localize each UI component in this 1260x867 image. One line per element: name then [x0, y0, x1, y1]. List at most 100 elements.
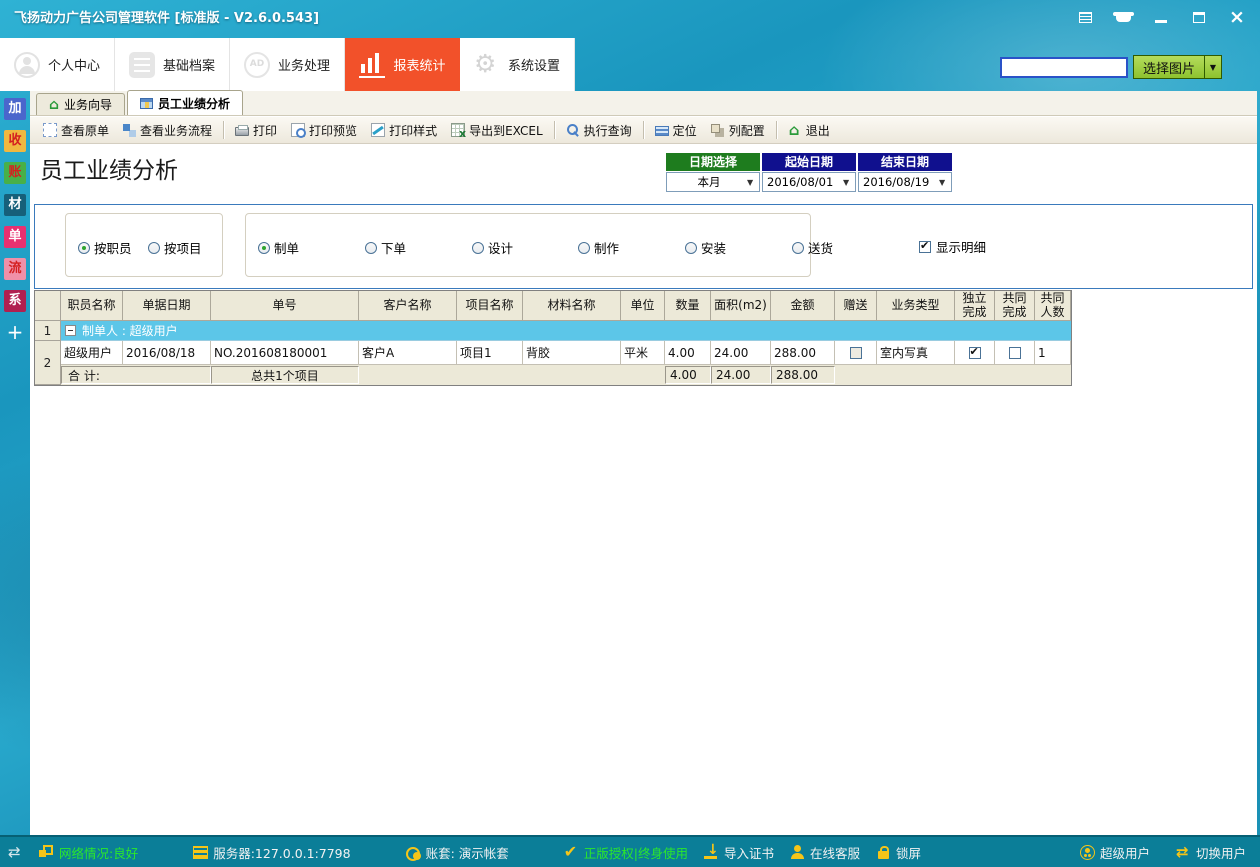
radio-by-project[interactable]: 按项目	[148, 238, 202, 257]
license-status[interactable]: 正版授权|终身使用	[564, 843, 688, 862]
print-style-button[interactable]: 打印样式	[364, 119, 444, 141]
col-header-joint[interactable]: 共同完成	[995, 291, 1035, 321]
radio-delivery[interactable]: 送货	[792, 238, 833, 257]
chevron-down-icon[interactable]: ▼	[843, 178, 855, 187]
chevron-down-icon[interactable]: ▼	[939, 178, 951, 187]
close-button[interactable]	[1224, 6, 1250, 28]
account-set-status[interactable]: 账套: 演示帐套	[406, 843, 509, 862]
col-header-unit[interactable]: 单位	[621, 291, 665, 321]
menu-icon	[1079, 12, 1092, 23]
col-header-customer[interactable]: 客户名称	[359, 291, 457, 321]
exit-button[interactable]: 退出	[781, 119, 837, 141]
col-header-joint-count[interactable]: 共同人数	[1035, 291, 1071, 321]
checkbox-icon[interactable]	[850, 347, 862, 359]
execute-query-button[interactable]: 执行查询	[559, 119, 639, 141]
tab-staff-performance-analysis[interactable]: 员工业绩分析	[127, 90, 243, 115]
start-date-dropdown[interactable]: 2016/08/01▼	[762, 172, 856, 192]
transfer-indicator[interactable]	[8, 845, 23, 860]
cell-project[interactable]: 项目1	[457, 341, 523, 365]
online-service-icon	[790, 845, 805, 860]
radio-place-order[interactable]: 下单	[365, 238, 406, 257]
cell-staff[interactable]: 超级用户	[61, 341, 123, 365]
pick-image-button[interactable]: 选择图片 ▼	[1133, 55, 1222, 79]
col-header-quantity[interactable]: 数量	[665, 291, 711, 321]
checkbox-icon[interactable]	[969, 347, 981, 359]
lock-screen-button[interactable]: 锁屏	[876, 843, 921, 862]
nav-item-basic-archives[interactable]: 基础档案	[115, 38, 230, 91]
nav-item-business-processing[interactable]: 业务处理	[230, 38, 345, 91]
radio-icon	[578, 242, 590, 254]
radio-label: 按项目	[164, 238, 202, 257]
current-user[interactable]: 超级用户	[1080, 843, 1150, 862]
cell-date[interactable]: 2016/08/18	[123, 341, 211, 365]
view-original-order-button[interactable]: 查看原单	[36, 119, 116, 141]
group-header-row[interactable]: 制单人 : 超级用户	[61, 321, 1071, 341]
radio-installation[interactable]: 安装	[685, 238, 726, 257]
sidebar-item-dan[interactable]: 单	[4, 226, 26, 248]
status-label: 服务器:127.0.0.1:7798	[213, 843, 350, 862]
nav-item-personal-center[interactable]: 个人中心	[0, 38, 115, 91]
column-config-button[interactable]: 列配置	[704, 119, 772, 141]
tab-business-wizard[interactable]: 业务向导	[36, 93, 125, 115]
print-preview-button[interactable]: 打印预览	[284, 119, 364, 141]
col-header-project[interactable]: 项目名称	[457, 291, 523, 321]
maximize-button[interactable]	[1186, 6, 1212, 28]
radio-production[interactable]: 制作	[578, 238, 619, 257]
cell-business-type[interactable]: 室内写真	[877, 341, 955, 365]
date-range-dropdown[interactable]: 本月▼	[666, 172, 760, 192]
image-path-input[interactable]	[1000, 57, 1128, 78]
online-service-button[interactable]: 在线客服	[790, 843, 860, 862]
collapse-icon[interactable]	[65, 325, 76, 336]
sidebar-item-jia[interactable]: 加	[4, 98, 26, 120]
col-header-amount[interactable]: 金额	[771, 291, 835, 321]
switch-user-button[interactable]: 切换用户	[1176, 843, 1246, 862]
sidebar-item-zhang[interactable]: 账	[4, 162, 26, 184]
nav-item-report-statistics[interactable]: 报表统计	[345, 38, 460, 91]
chevron-down-icon[interactable]: ▼	[1205, 55, 1222, 79]
col-header-material[interactable]: 材料名称	[523, 291, 621, 321]
cell-amount[interactable]: 288.00	[771, 341, 835, 365]
network-status[interactable]: 网络情况:良好	[39, 843, 138, 862]
sidebar-item-cai[interactable]: 材	[4, 194, 26, 216]
window-menu-button[interactable]	[1072, 6, 1098, 28]
server-status[interactable]: 服务器:127.0.0.1:7798	[193, 843, 350, 862]
col-header-business-type[interactable]: 业务类型	[877, 291, 955, 321]
nav-item-system-settings[interactable]: 系统设置	[460, 38, 575, 91]
skin-button[interactable]	[1110, 6, 1136, 28]
cell-area[interactable]: 24.00	[711, 341, 771, 365]
minimize-button[interactable]	[1148, 6, 1174, 28]
ad-icon	[244, 52, 270, 78]
sidebar-item-xi[interactable]: 系	[4, 290, 26, 312]
cell-material[interactable]: 背胶	[523, 341, 621, 365]
table-row[interactable]: 超级用户 2016/08/18 NO.201608180001 客户A 项目1 …	[61, 341, 1071, 365]
col-header-gift[interactable]: 赠送	[835, 291, 877, 321]
print-button[interactable]: 打印	[228, 119, 284, 141]
col-header-staff[interactable]: 职员名称	[61, 291, 123, 321]
import-certificate-button[interactable]: 导入证书	[704, 843, 774, 862]
pick-image-label[interactable]: 选择图片	[1133, 55, 1205, 79]
col-header-date[interactable]: 单据日期	[123, 291, 211, 321]
col-header-independent[interactable]: 独立完成	[955, 291, 995, 321]
radio-by-staff[interactable]: 按职员	[78, 238, 132, 257]
locate-button[interactable]: 定位	[648, 119, 704, 141]
sidebar-add-button[interactable]: +	[4, 322, 26, 344]
radio-design[interactable]: 设计	[472, 238, 513, 257]
radio-make-order[interactable]: 制单	[258, 238, 299, 257]
view-business-flow-button[interactable]: 查看业务流程	[116, 119, 219, 141]
sidebar-item-liu[interactable]: 流	[4, 258, 26, 280]
col-header-area[interactable]: 面积(m2)	[711, 291, 771, 321]
chevron-down-icon[interactable]: ▼	[747, 178, 759, 187]
account-set-icon	[406, 845, 421, 860]
cell-joint-count[interactable]: 1	[1035, 341, 1071, 365]
sidebar-item-shou[interactable]: 收	[4, 130, 26, 152]
end-date-dropdown[interactable]: 2016/08/19▼	[858, 172, 952, 192]
button-label: 导出到EXCEL	[469, 122, 543, 139]
cell-customer[interactable]: 客户A	[359, 341, 457, 365]
checkbox-icon[interactable]	[1009, 347, 1021, 359]
cell-order-no[interactable]: NO.201608180001	[211, 341, 359, 365]
export-excel-button[interactable]: 导出到EXCEL	[444, 119, 550, 141]
cell-quantity[interactable]: 4.00	[665, 341, 711, 365]
show-detail-checkbox[interactable]: 显示明细	[919, 237, 986, 256]
cell-unit[interactable]: 平米	[621, 341, 665, 365]
col-header-order-no[interactable]: 单号	[211, 291, 359, 321]
